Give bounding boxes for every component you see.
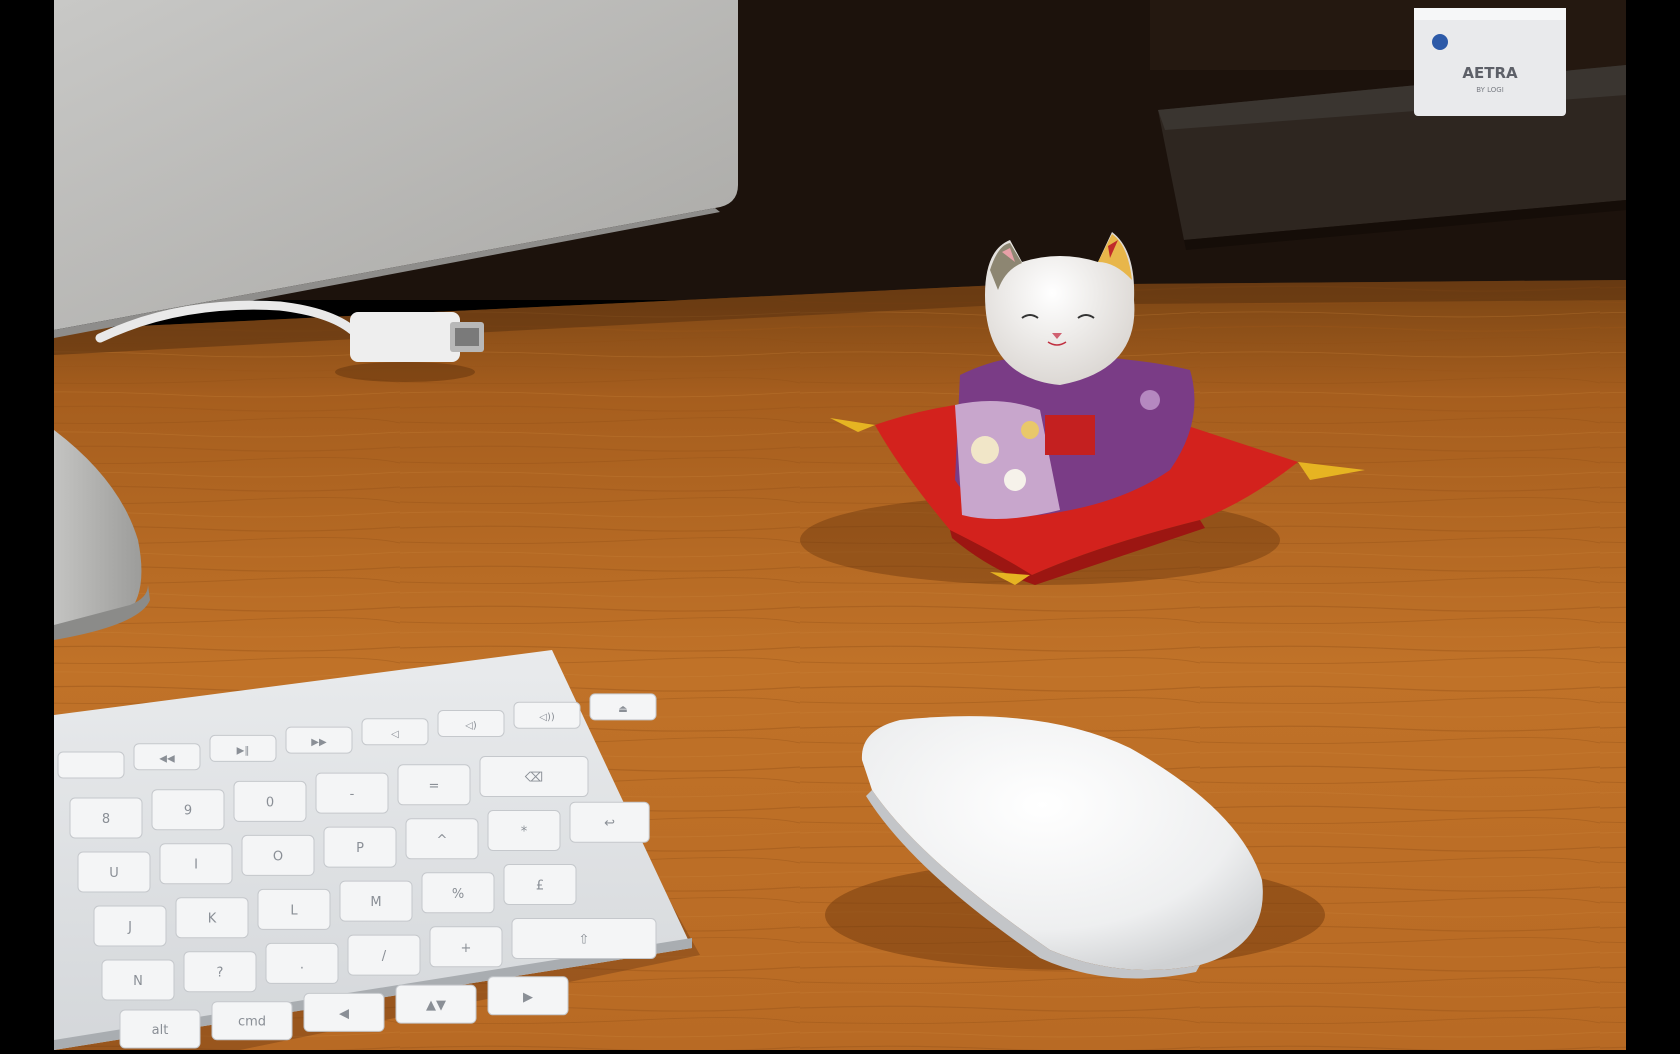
- keyboard-key-label: £: [536, 879, 544, 894]
- keyboard-key: [57, 751, 125, 779]
- keyboard-key-label: *: [521, 825, 528, 840]
- keyboard-key-label: ↩: [604, 816, 615, 831]
- keyboard-key-label: ▶▶: [311, 737, 327, 748]
- keyboard-key-label: .: [300, 957, 304, 972]
- keyboard-key-label: ▲▼: [426, 998, 446, 1013]
- keyboard-key-label: P: [356, 841, 364, 856]
- keyboard-key-label: O: [273, 849, 283, 864]
- keyboard-key-label: ⏏: [618, 704, 627, 715]
- keyboard-key-label: =: [429, 779, 440, 794]
- keyboard-key-label: %: [452, 887, 464, 902]
- product-box: AETRA BY LOGI: [1414, 8, 1566, 116]
- keyboard-key-label: ▶‖: [237, 745, 250, 756]
- keyboard-key-label: U: [109, 866, 119, 881]
- photo-scene: AETRA BY LOGI ◀◀ ▶‖ ▶▶ ◁ ◁) ◁)) ⏏ 8 9 0 - = ⌫ U I O P ^ * ↩…: [0, 0, 1680, 1050]
- obi-sash: [1045, 415, 1095, 455]
- keyboard-key-label: +: [461, 941, 472, 956]
- keyboard-key-label: ◀◀: [159, 754, 175, 765]
- keyboard-key-label: ⇧: [579, 933, 590, 948]
- keyboard-key-label: 8: [102, 812, 110, 827]
- keyboard-key-label: K: [208, 912, 217, 927]
- keyboard-key-label: N: [133, 974, 143, 989]
- keyboard-key-label: I: [194, 858, 198, 873]
- box-logo-icon: [1432, 34, 1448, 50]
- keyboard-key-label: 0: [266, 795, 274, 810]
- cable-connector: [350, 312, 460, 362]
- box-brand-text: AETRA: [1462, 64, 1518, 82]
- keyboard-key-label: ?: [217, 966, 224, 981]
- photo-canvas: AETRA BY LOGI ◀◀ ▶‖ ▶▶ ◁ ◁) ◁)) ⏏ 8 9 0 - = ⌫ U I O P ^ * ↩…: [0, 0, 1680, 1050]
- box-sub-text: BY LOGI: [1476, 86, 1504, 94]
- keyboard-key-label: ◁: [391, 729, 399, 740]
- keyboard-key-label: ◁)): [539, 712, 555, 723]
- keyboard-key-label: ⌫: [524, 771, 543, 786]
- keyboard-key-label: /: [382, 949, 387, 964]
- keyboard-key-label: alt: [152, 1023, 169, 1038]
- keyboard-key-label: ◁): [465, 721, 477, 732]
- keyboard-key-label: ◀: [339, 1006, 349, 1021]
- keyboard-key-label: ▶: [523, 990, 533, 1005]
- keyboard-key-label: -: [350, 787, 355, 802]
- keyboard-key-label: ^: [437, 833, 448, 848]
- keyboard-key-label: L: [290, 903, 298, 918]
- keyboard-key-label: cmd: [238, 1015, 266, 1030]
- keyboard-key-label: 9: [184, 804, 192, 819]
- keyboard-key-label: M: [370, 895, 381, 910]
- keyboard-key-label: J: [127, 920, 132, 935]
